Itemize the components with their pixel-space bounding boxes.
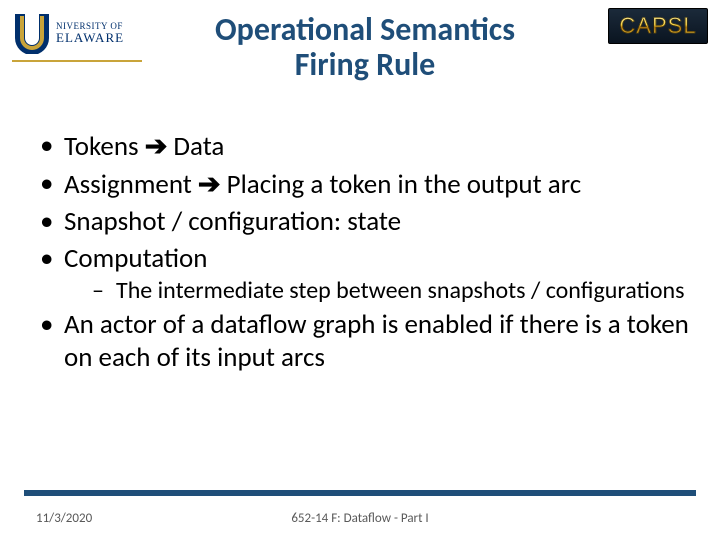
slide: NIVERSITY OF ELAWARE CAPSL Operational S… xyxy=(0,0,720,540)
arrow-icon: ➔ xyxy=(198,169,221,199)
capsl-text: CAPSL xyxy=(619,13,696,39)
slide-body: Tokens ➔ Data Assignment ➔ Placing a tok… xyxy=(36,130,692,379)
footer-course: 652-14 F: Dataflow - Part I xyxy=(0,511,720,526)
bullet-assignment: Assignment ➔ Placing a token in the outp… xyxy=(36,168,692,202)
title-line2: Firing Rule xyxy=(150,47,580,82)
title-line1: Operational Semantics xyxy=(150,12,580,47)
footer: 11/3/2020 652-14 F: Dataflow - Part I xyxy=(0,506,720,526)
university-name: NIVERSITY OF ELAWARE xyxy=(56,22,124,44)
ud-monogram-icon xyxy=(12,12,52,54)
footer-divider xyxy=(24,490,696,496)
logo-underline xyxy=(12,60,142,62)
bullet-actor-enabled: An actor of a dataflow graph is enabled … xyxy=(36,309,692,375)
university-name-line2: ELAWARE xyxy=(56,31,124,44)
bullet-computation: Computation The intermediate step betwee… xyxy=(36,243,692,305)
arrow-icon: ➔ xyxy=(145,131,168,161)
bullet-tokens: Tokens ➔ Data xyxy=(36,130,692,164)
capsl-logo: CAPSL xyxy=(608,8,708,44)
university-logo: NIVERSITY OF ELAWARE xyxy=(12,8,142,58)
slide-title: Operational Semantics Firing Rule xyxy=(150,12,580,82)
subbullet-intermediate: The intermediate step between snapshots … xyxy=(64,276,692,305)
bullet-snapshot: Snapshot / configuration: state xyxy=(36,206,692,239)
